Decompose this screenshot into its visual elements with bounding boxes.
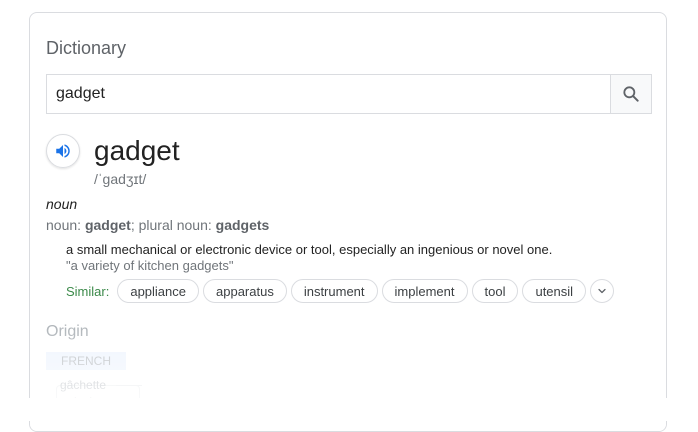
page-background-strip <box>0 398 698 421</box>
word-forms: noun: gadget; plural noun: gadgets <box>46 217 269 233</box>
similar-chip-implement[interactable]: implement <box>381 279 468 303</box>
similar-chip-utensil[interactable]: utensil <box>522 279 587 303</box>
similar-words-row: Similar: appliance apparatus instrument … <box>66 279 615 303</box>
pronunciation-audio-button[interactable] <box>46 134 80 168</box>
forms-separator: ; plural noun: <box>130 217 216 233</box>
expand-similar-button[interactable] <box>590 279 615 303</box>
search-button[interactable] <box>610 75 651 113</box>
search-input[interactable] <box>47 75 610 113</box>
origin-heading: Origin <box>46 323 89 340</box>
similar-chip-tool[interactable]: tool <box>471 279 519 303</box>
dictionary-card: Dictionary gadget /ˈɡadʒɪt/ noun noun: g… <box>29 12 667 432</box>
definition-text: a small mechanical or electronic device … <box>66 242 553 257</box>
headword: gadget <box>94 135 180 166</box>
similar-chip-instrument[interactable]: instrument <box>290 279 378 303</box>
similar-chip-appliance[interactable]: appliance <box>117 279 199 303</box>
forms-prefix: noun: <box>46 217 85 233</box>
etymology-word: gâchette <box>60 378 107 392</box>
forms-singular: gadget <box>84 217 131 233</box>
forms-plural: gadgets <box>215 217 270 233</box>
speaker-icon <box>56 144 70 158</box>
similar-chip-apparatus[interactable]: apparatus <box>203 279 287 303</box>
origin-language-badge: FRENCH <box>46 352 126 370</box>
similar-label: Similar: <box>66 283 110 299</box>
part-of-speech: noun <box>46 196 78 212</box>
chevron-down-icon <box>598 288 606 294</box>
example-sentence: "a variety of kitchen gadgets" <box>66 258 234 273</box>
search-icon <box>623 86 639 102</box>
search-box <box>46 74 652 114</box>
etymology-connector <box>116 385 142 386</box>
phonetic-transcription: /ˈɡadʒɪt/ <box>94 171 147 187</box>
card-title: Dictionary <box>46 38 127 58</box>
